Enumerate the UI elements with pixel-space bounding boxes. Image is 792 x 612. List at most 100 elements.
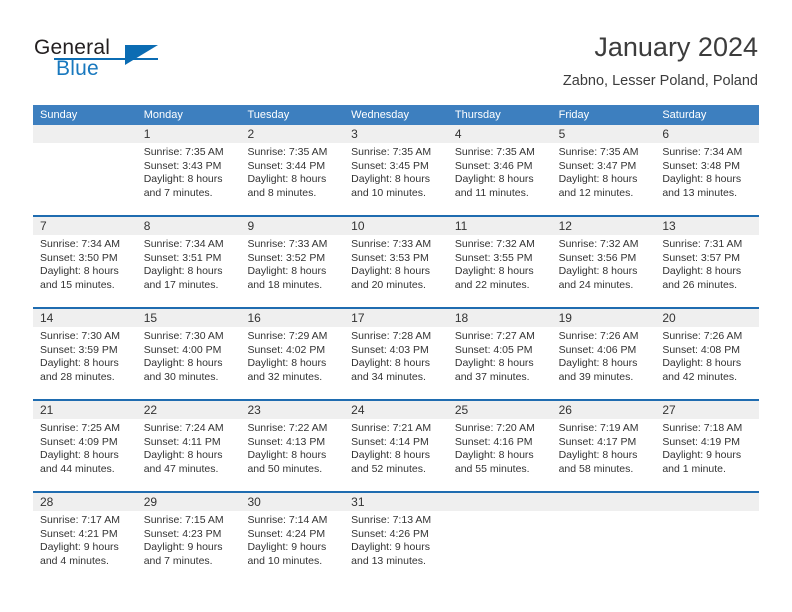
calendar-day-cell[interactable]: 15 Sunrise: 7:30 AM Sunset: 4:00 PM Dayligh… — [136, 309, 241, 399]
day-detail-line: and 55 minutes. — [454, 462, 530, 475]
day-number: 18 — [447, 309, 552, 327]
day-detail-line: Daylight: 8 hours — [351, 449, 430, 462]
weekday-header-thursday: Thursday — [454, 109, 501, 121]
day-detail-line: Sunset: 4:23 PM — [143, 527, 222, 540]
calendar-day-cell[interactable]: 16 Sunrise: 7:29 AM Sunset: 4:02 PM Dayligh… — [240, 309, 345, 399]
day-details: Sunrise: 7:35 AM Sunset: 3:43 PM Daylight:… — [137, 143, 241, 200]
day-detail-line: Sunrise: 7:34 AM — [662, 146, 743, 158]
day-number: 15 — [136, 309, 241, 327]
day-details: Sunrise: 7:32 AM Sunset: 3:55 PM Daylight:… — [448, 235, 552, 292]
day-detail-line: and 52 minutes. — [351, 462, 426, 475]
calendar-day-cell[interactable]: 13 Sunrise: 7:31 AM Sunset: 3:57 PM Dayligh… — [655, 217, 760, 307]
day-number: 5 — [551, 125, 656, 143]
day-detail-line: and 50 minutes. — [247, 462, 323, 475]
day-details: Sunrise: 7:15 AM Sunset: 4:23 PM Daylight:… — [137, 511, 241, 568]
day-detail-line: Daylight: 8 hours — [247, 265, 327, 278]
day-details — [655, 511, 759, 514]
calendar-day-cell[interactable]: 1 Sunrise: 7:35 AM Sunset: 3:43 PM Daylight… — [136, 125, 241, 215]
calendar-day-cell[interactable]: 19 Sunrise: 7:26 AM Sunset: 4:06 PM Dayligh… — [551, 309, 656, 399]
day-detail-line: Daylight: 8 hours — [454, 449, 534, 462]
day-detail-line: Daylight: 9 hours — [351, 541, 430, 554]
day-detail-line: Sunrise: 7:28 AM — [351, 330, 432, 342]
calendar-day-cell[interactable]: 7 Sunrise: 7:34 AM Sunset: 3:50 PM Daylight… — [33, 217, 137, 307]
day-details — [552, 511, 656, 514]
calendar-day-cell[interactable]: 21 Sunrise: 7:25 AM Sunset: 4:09 PM Dayligh… — [33, 401, 137, 491]
day-detail-line: Sunrise: 7:33 AM — [247, 238, 328, 250]
day-details: Sunrise: 7:33 AM Sunset: 3:53 PM Daylight:… — [344, 235, 448, 292]
day-number: 11 — [447, 217, 552, 235]
calendar-day-cell[interactable]: 29 Sunrise: 7:15 AM Sunset: 4:23 PM Dayligh… — [136, 493, 241, 583]
calendar-day-cell[interactable]: 12 Sunrise: 7:32 AM Sunset: 3:56 PM Dayligh… — [551, 217, 656, 307]
day-detail-line: Daylight: 8 hours — [247, 357, 327, 370]
calendar-day-cell[interactable]: 8 Sunrise: 7:34 AM Sunset: 3:51 PM Daylight… — [136, 217, 241, 307]
calendar-day-cell[interactable]: 10 Sunrise: 7:33 AM Sunset: 3:53 PM Dayligh… — [344, 217, 448, 307]
day-detail-line: Daylight: 8 hours — [143, 357, 223, 370]
calendar-day-cell[interactable]: 31 Sunrise: 7:13 AM Sunset: 4:26 PM Dayligh… — [344, 493, 448, 583]
day-number: 2 — [240, 125, 345, 143]
day-details: Sunrise: 7:24 AM Sunset: 4:11 PM Daylight:… — [137, 419, 241, 476]
location-subtitle: Zabno, Lesser Poland, Poland — [562, 73, 758, 89]
calendar-day-cell[interactable]: 11 Sunrise: 7:32 AM Sunset: 3:55 PM Dayligh… — [447, 217, 552, 307]
day-detail-line: and 44 minutes. — [40, 462, 115, 475]
day-detail-line: and 20 minutes. — [351, 278, 426, 291]
day-detail-line: Sunset: 3:59 PM — [40, 343, 118, 356]
day-details: Sunrise: 7:22 AM Sunset: 4:13 PM Daylight:… — [240, 419, 344, 476]
calendar-day-cell[interactable]: 20 Sunrise: 7:26 AM Sunset: 4:08 PM Dayligh… — [655, 309, 760, 399]
day-number: 7 — [33, 217, 137, 235]
day-details: Sunrise: 7:26 AM Sunset: 4:06 PM Daylight:… — [552, 327, 656, 384]
day-detail-line: Sunrise: 7:15 AM — [143, 514, 224, 526]
day-detail-line: and 7 minutes. — [143, 554, 213, 567]
calendar-day-cell[interactable]: 14 Sunrise: 7:30 AM Sunset: 3:59 PM Dayligh… — [33, 309, 137, 399]
calendar-day-cell[interactable]: 3 Sunrise: 7:35 AM Sunset: 3:45 PM Daylight… — [344, 125, 448, 215]
calendar-day-cell[interactable]: 18 Sunrise: 7:27 AM Sunset: 4:05 PM Dayligh… — [447, 309, 552, 399]
calendar-day-cell[interactable]: 23 Sunrise: 7:22 AM Sunset: 4:13 PM Dayligh… — [240, 401, 345, 491]
calendar-day-cell[interactable]: 26 Sunrise: 7:19 AM Sunset: 4:17 PM Dayligh… — [551, 401, 656, 491]
calendar-day-cell-empty — [447, 493, 552, 583]
day-detail-line: Daylight: 8 hours — [558, 357, 638, 370]
day-detail-line: Sunset: 4:03 PM — [351, 343, 429, 356]
day-detail-line: Daylight: 8 hours — [143, 449, 223, 462]
day-detail-line: and 32 minutes. — [247, 370, 323, 383]
calendar-day-cell[interactable]: 27 Sunrise: 7:18 AM Sunset: 4:19 PM Dayligh… — [655, 401, 760, 491]
day-detail-line: Daylight: 8 hours — [662, 173, 742, 186]
calendar-day-cell[interactable]: 24 Sunrise: 7:21 AM Sunset: 4:14 PM Dayligh… — [344, 401, 448, 491]
day-detail-line: Sunrise: 7:25 AM — [40, 422, 120, 434]
day-detail-line: and 10 minutes. — [351, 186, 426, 199]
calendar-day-cell[interactable]: 25 Sunrise: 7:20 AM Sunset: 4:16 PM Dayligh… — [447, 401, 552, 491]
day-detail-line: Sunset: 3:57 PM — [662, 251, 740, 264]
general-blue-logo[interactable]: General Blue — [34, 36, 214, 86]
day-number: 6 — [655, 125, 760, 143]
day-number: 22 — [136, 401, 241, 419]
calendar-day-cell[interactable]: 6 Sunrise: 7:34 AM Sunset: 3:48 PM Daylight… — [655, 125, 760, 215]
calendar-day-cell[interactable]: 22 Sunrise: 7:24 AM Sunset: 4:11 PM Dayligh… — [136, 401, 241, 491]
day-number: 19 — [551, 309, 656, 327]
day-detail-line: Sunset: 4:14 PM — [351, 435, 429, 448]
calendar-day-cell[interactable]: 4 Sunrise: 7:35 AM Sunset: 3:46 PM Daylight… — [447, 125, 552, 215]
day-detail-line: and 28 minutes. — [40, 370, 115, 383]
day-detail-line: Sunrise: 7:32 AM — [558, 238, 639, 250]
day-detail-line: and 4 minutes. — [40, 554, 109, 567]
day-detail-line: Sunrise: 7:34 AM — [40, 238, 120, 250]
calendar-day-cell[interactable]: 2 Sunrise: 7:35 AM Sunset: 3:44 PM Daylight… — [240, 125, 345, 215]
calendar-day-cell[interactable]: 17 Sunrise: 7:28 AM Sunset: 4:03 PM Dayligh… — [344, 309, 448, 399]
day-detail-line: and 11 minutes. — [454, 186, 529, 199]
day-detail-line: and 7 minutes. — [143, 186, 213, 199]
day-detail-line: Daylight: 8 hours — [558, 449, 638, 462]
day-details — [448, 511, 552, 514]
calendar-day-cell[interactable]: 28 Sunrise: 7:17 AM Sunset: 4:21 PM Dayligh… — [33, 493, 137, 583]
day-detail-line: Sunrise: 7:27 AM — [454, 330, 535, 342]
day-detail-line: Sunset: 4:21 PM — [40, 527, 118, 540]
day-details: Sunrise: 7:31 AM Sunset: 3:57 PM Daylight:… — [655, 235, 759, 292]
day-detail-line: Sunrise: 7:31 AM — [662, 238, 743, 250]
day-detail-line: Sunset: 4:26 PM — [351, 527, 429, 540]
day-detail-line: Sunrise: 7:24 AM — [143, 422, 224, 434]
day-detail-line: Daylight: 8 hours — [247, 449, 327, 462]
day-detail-line: Daylight: 8 hours — [558, 265, 638, 278]
calendar-day-cell[interactable]: 5 Sunrise: 7:35 AM Sunset: 3:47 PM Daylight… — [551, 125, 656, 215]
calendar-day-cell[interactable]: 9 Sunrise: 7:33 AM Sunset: 3:52 PM Daylight… — [240, 217, 345, 307]
day-detail-line: Daylight: 8 hours — [351, 173, 430, 186]
day-detail-line: Sunrise: 7:30 AM — [40, 330, 120, 342]
day-details: Sunrise: 7:32 AM Sunset: 3:56 PM Daylight:… — [552, 235, 656, 292]
day-detail-line: and 12 minutes. — [558, 186, 634, 199]
calendar-day-cell[interactable]: 30 Sunrise: 7:14 AM Sunset: 4:24 PM Dayligh… — [240, 493, 345, 583]
